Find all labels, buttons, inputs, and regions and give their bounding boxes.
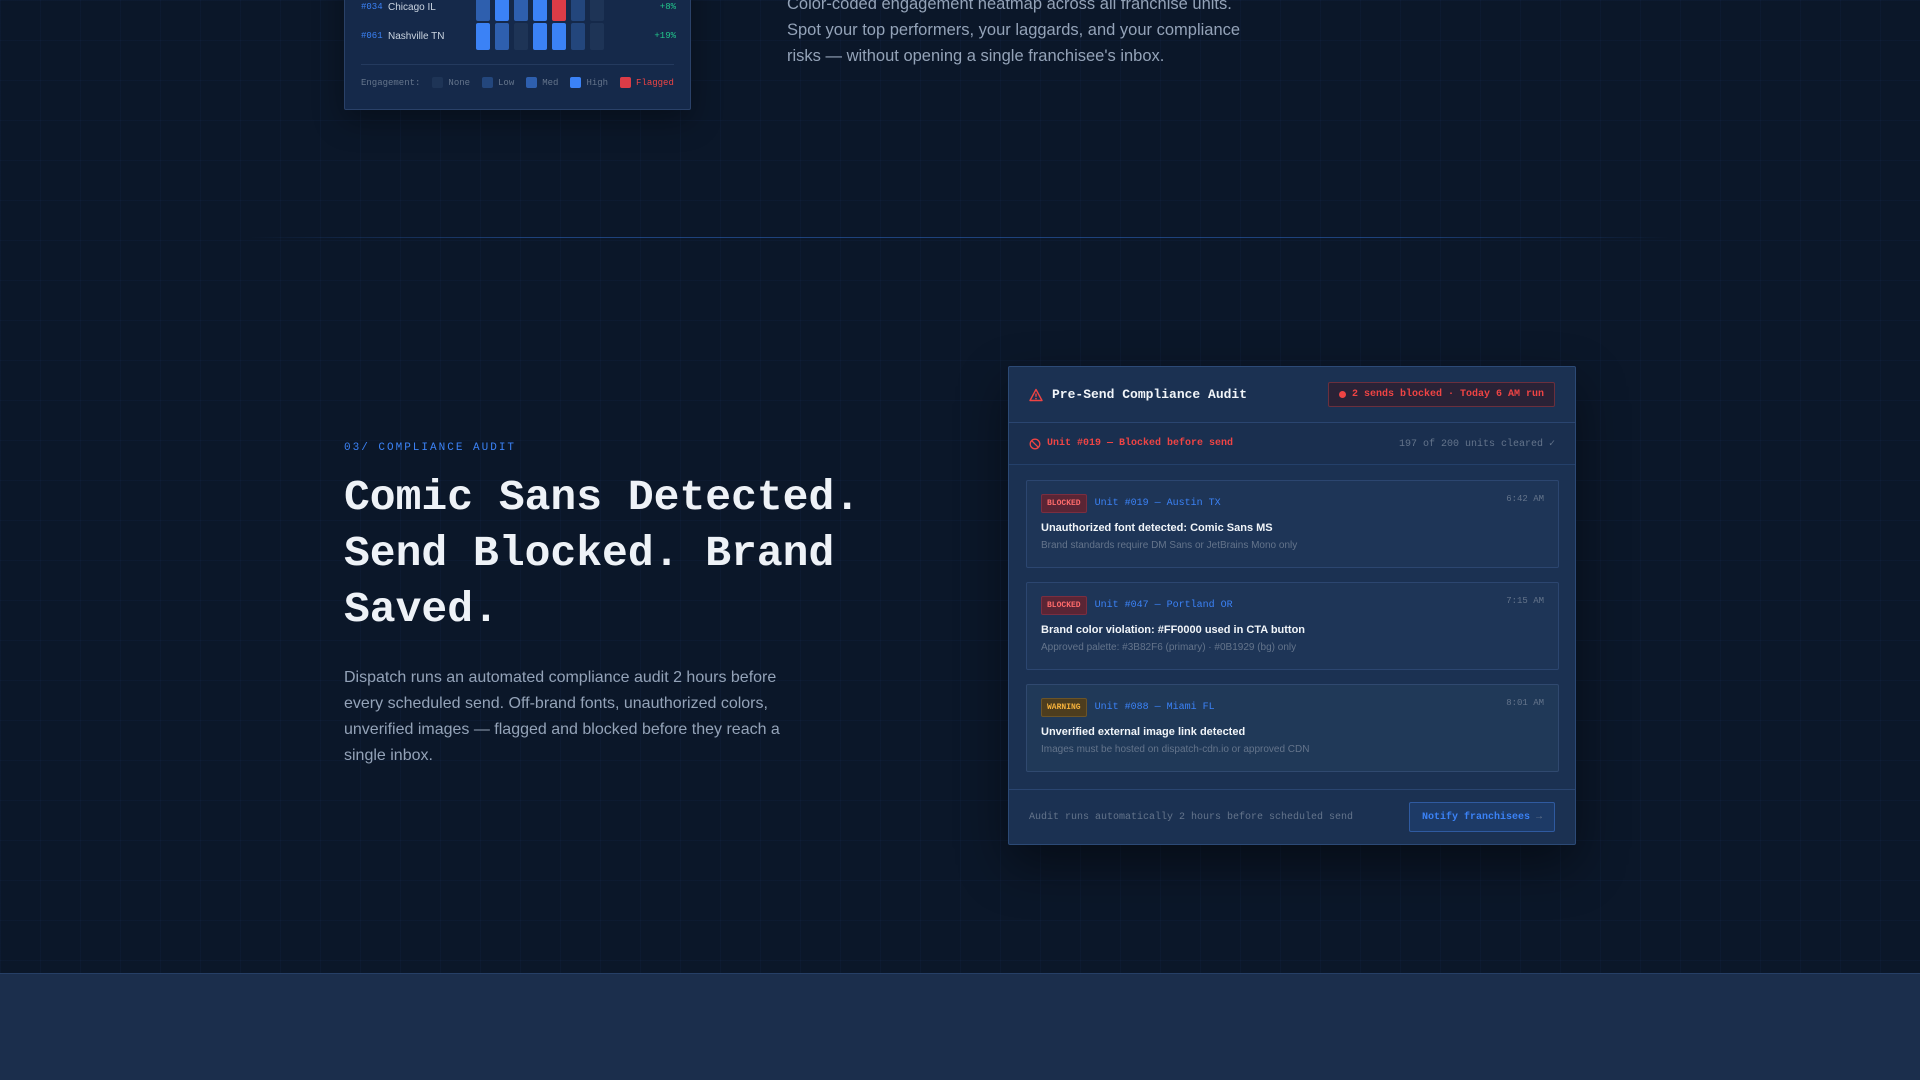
section-headline: Comic Sans Detected. Send Blocked. Brand… — [344, 473, 861, 634]
engagement-heatmap-card: #034 Chicago IL +8% #061 Nashville TN +1… — [344, 0, 691, 110]
warning-badge: WARNING — [1041, 698, 1087, 717]
status-dot-icon — [1338, 391, 1346, 398]
heatmap-cell[interactable] — [476, 0, 490, 21]
unit-name: Nashville TN — [388, 30, 445, 42]
engagement-delta: +8% — [659, 2, 676, 12]
legend-swatch — [526, 77, 538, 88]
heatmap-legend: Engagement: None Low Med High Flagged — [361, 77, 674, 88]
legend-item-high: High — [570, 77, 608, 88]
blocked-badge: BLOCKED — [1041, 596, 1087, 615]
legend-swatch — [570, 77, 582, 88]
heatmap-row[interactable]: #061 Nashville TN +19% — [361, 22, 676, 50]
blocked-sends-badge: 2 sends blocked · Today 6 AM run — [1327, 382, 1555, 407]
legend-swatch — [620, 77, 632, 88]
next-section-band — [0, 973, 1920, 1080]
issue-time: 8:01 AM — [1506, 698, 1544, 708]
heatmap-cell[interactable] — [514, 22, 528, 50]
arrow-right-icon: → — [1535, 811, 1542, 823]
heatmap-cell[interactable] — [533, 22, 547, 50]
audit-issue-card[interactable]: WARNING Unit #088 — Miami FL 8:01 AM Unv… — [1026, 684, 1559, 772]
audit-title: Pre-Send Compliance Audit — [1052, 387, 1248, 402]
legend-item-flagged: Flagged — [620, 77, 674, 88]
blocked-unit-status: Unit #019 — Blocked before send — [1047, 438, 1234, 449]
issue-detail: Images must be hosted on dispatch-cdn.io… — [1041, 744, 1310, 755]
heatmap-cell[interactable] — [533, 0, 547, 21]
heatmap-cell[interactable] — [552, 22, 566, 50]
audit-footer: Audit runs automatically 2 hours before … — [1009, 789, 1575, 844]
heatmap-cell[interactable] — [571, 0, 585, 21]
audit-issue-card[interactable]: BLOCKED Unit #019 — Austin TX 6:42 AM Un… — [1026, 480, 1559, 568]
heatmap-cell[interactable] — [495, 0, 509, 21]
issue-title: Unauthorized font detected: Comic Sans M… — [1041, 522, 1273, 534]
legend-label: Engagement: — [361, 77, 421, 88]
issue-detail: Brand standards require DM Sans or JetBr… — [1041, 540, 1298, 551]
heatmap-cells — [476, 0, 604, 21]
legend-item-none: None — [432, 77, 470, 88]
unit-id: #061 — [361, 31, 383, 41]
heatmap-cell[interactable] — [590, 22, 604, 50]
warning-triangle-icon — [1029, 388, 1043, 402]
heatmap-cell[interactable] — [552, 0, 566, 21]
heatmap-cells — [476, 22, 604, 50]
issue-unit[interactable]: Unit #019 — Austin TX — [1095, 498, 1221, 509]
heatmap-cell[interactable] — [590, 0, 604, 21]
engagement-delta: +19% — [654, 31, 676, 41]
heatmap-description: Color-coded engagement heatmap across al… — [787, 0, 1241, 65]
heatmap-cell[interactable] — [571, 22, 585, 50]
issue-time: 6:42 AM — [1506, 494, 1544, 504]
unit-id: #034 — [361, 2, 383, 12]
legend-swatch — [482, 77, 494, 88]
audit-schedule-note: Audit runs automatically 2 hours before … — [1029, 811, 1354, 823]
section-eyebrow: 03/ COMPLIANCE AUDIT — [344, 442, 517, 454]
heatmap-cell[interactable] — [514, 0, 528, 21]
audit-issue-card[interactable]: BLOCKED Unit #047 — Portland OR 7:15 AM … — [1026, 582, 1559, 670]
issue-detail: Approved palette: #3B82F6 (primary) · #0… — [1041, 642, 1297, 653]
section-divider — [250, 237, 1670, 238]
legend-swatch — [432, 77, 444, 88]
issue-time: 7:15 AM — [1506, 596, 1544, 606]
heatmap-cell[interactable] — [495, 22, 509, 50]
notify-franchisees-button[interactable]: Notify franchisees → — [1408, 802, 1555, 832]
heatmap-cell[interactable] — [476, 22, 490, 50]
compliance-audit-panel: Pre-Send Compliance Audit 2 sends blocke… — [1008, 366, 1576, 845]
legend-item-low: Low — [482, 77, 514, 88]
issue-unit[interactable]: Unit #047 — Portland OR — [1095, 600, 1233, 611]
blocked-badge: BLOCKED — [1041, 494, 1087, 513]
unit-name: Chicago IL — [388, 1, 436, 13]
heatmap-row[interactable]: #034 Chicago IL +8% — [361, 0, 676, 21]
units-cleared-count: 197 of 200 units cleared ✓ — [1398, 438, 1555, 450]
blocked-icon — [1029, 438, 1041, 450]
issue-title: Unverified external image link detected — [1041, 726, 1246, 738]
section-body: Dispatch runs an automated compliance au… — [344, 669, 780, 764]
audit-header: Pre-Send Compliance Audit 2 sends blocke… — [1009, 367, 1575, 423]
issue-title: Brand color violation: #FF0000 used in C… — [1041, 624, 1306, 636]
audit-status-bar: Unit #019 — Blocked before send 197 of 2… — [1009, 423, 1575, 465]
issue-unit[interactable]: Unit #088 — Miami FL — [1095, 702, 1215, 713]
legend-item-med: Med — [526, 77, 558, 88]
divider — [361, 64, 674, 65]
